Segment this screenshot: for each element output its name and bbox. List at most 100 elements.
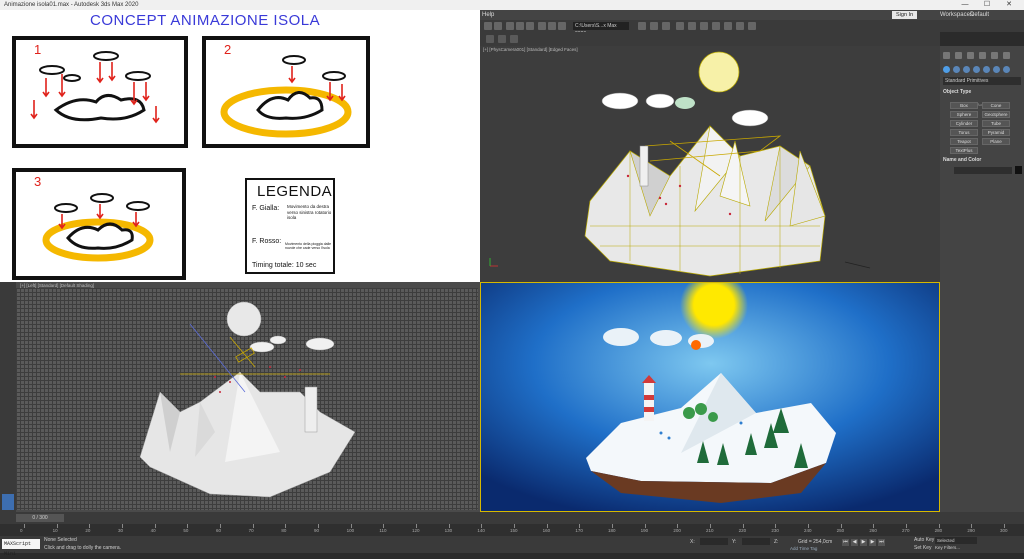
cameras-icon[interactable] [973,66,980,73]
sphere-button[interactable]: Sphere [950,111,978,118]
go-to-end-icon[interactable]: ⏭ [878,539,885,546]
viewport-left[interactable]: [+] [Left] [Standard] [Default Shading] [0,282,480,512]
maxscript-listener[interactable]: MAXScript Mini [2,539,40,557]
y-label: Y: [732,539,737,545]
next-frame-icon[interactable]: ▶ [869,539,876,546]
y-coordinate-field[interactable] [742,538,770,545]
bind-icon[interactable] [526,22,534,30]
helpers-icon[interactable] [983,66,990,73]
render-production-icon[interactable] [736,22,744,30]
sign-in-button[interactable]: Sign In [892,11,918,19]
go-to-start-icon[interactable]: ⏮ [842,539,849,546]
grid-size: Grid = 254,0cm [798,539,833,545]
link-icon[interactable] [506,22,514,30]
object-color-swatch[interactable] [1015,166,1022,174]
track-bar[interactable]: 0 10 20 30 40 50 60 70 80 90 100 110 120 130 140 150 160… [0,524,1024,536]
select-icon[interactable] [538,22,546,30]
viewport-camera[interactable]: [+] [PhysCamera001] [Standard] [Edged Fa… [480,46,940,282]
lights-icon[interactable] [963,66,970,73]
schematic-icon[interactable] [700,22,708,30]
object-name-input[interactable] [954,167,1012,174]
project-folder-dropdown[interactable]: C:\Users\S...x Max 2020 [573,22,629,37]
teapot-button[interactable]: Teapot [950,138,978,145]
plane-button[interactable]: Plane [982,138,1010,145]
viewport-label[interactable]: [+] [PhysCamera001] [Standard] [Edged Fa… [483,47,578,52]
viewport-rendered[interactable] [480,282,940,512]
ruler-tick-label: 30 [118,528,124,533]
utilities-tab-icon[interactable] [1003,52,1010,59]
curve-editor-icon[interactable] [688,22,696,30]
time-slider[interactable]: 0 / 300 [16,514,64,522]
spacewarps-icon[interactable] [993,66,1000,73]
viewcube-icon [2,494,14,510]
pyramid-button[interactable]: Pyramid [982,129,1010,136]
ruler-tick-label: 220 [738,528,747,533]
shapes-icon[interactable] [953,66,960,73]
set-key-button[interactable]: Set Key [914,545,932,551]
time-slider-bar[interactable] [0,512,1024,524]
concept-frame-1: 1 [12,36,188,148]
render-setup-icon[interactable] [638,22,646,30]
ruler-tick-label: 100 [346,528,355,533]
ruler-tick-label: 20 [85,528,91,533]
motion-tab-icon[interactable] [979,52,986,59]
render-icon[interactable] [650,22,658,30]
material-editor-icon[interactable] [676,22,684,30]
toolbar-icon[interactable] [486,35,494,43]
ruler-tick-label: 90 [314,528,320,533]
cone-button[interactable]: Cone [982,102,1010,109]
window-title: Animazione isola01.max - Autodesk 3ds Ma… [4,2,139,8]
ruler-tick-label: 210 [706,528,714,533]
cylinder-button[interactable]: Cylinder [950,120,978,127]
x-coordinate-field[interactable] [700,538,728,545]
geosphere-button[interactable]: GeoSphere [982,111,1010,118]
minimize-button[interactable]: — [954,0,976,10]
ruler-tick-label: 290 [967,528,975,533]
ruler-tick-label: 160 [542,528,551,533]
workspaces-dropdown[interactable]: Default [970,10,989,20]
hierarchy-tab-icon[interactable] [967,52,974,59]
legend-yellow-label: F. Gialla: [252,205,280,212]
add-time-tag[interactable]: Add Time Tag [790,546,817,551]
move-icon[interactable] [548,22,556,30]
torus-button[interactable]: Torus [950,129,978,136]
command-panel-tabs [940,50,1024,60]
close-button[interactable]: ✕ [998,0,1020,10]
systems-icon[interactable] [1003,66,1010,73]
teapot-icon[interactable] [662,22,670,30]
prev-frame-icon[interactable]: ◀ [851,539,858,546]
frame-number: 2 [224,42,232,57]
ruler-tick-label: 10 [52,528,58,533]
key-selection-dropdown[interactable]: Selected [935,537,977,544]
create-tab-icon[interactable] [943,52,950,59]
redo-icon[interactable] [494,22,502,30]
tube-button[interactable]: Tube [982,120,1010,127]
undo-icon[interactable] [484,22,492,30]
modify-tab-icon[interactable] [955,52,962,59]
render-frame-icon[interactable] [712,22,720,30]
active-shade-icon[interactable] [724,22,732,30]
rotate-icon[interactable] [558,22,566,30]
ruler-tick-label: 240 [804,528,812,533]
a360-icon[interactable] [748,22,756,30]
name-color-header[interactable]: Name and Color [943,156,1021,164]
object-type-header[interactable]: Object Type [943,88,1021,96]
geometry-icon[interactable] [943,66,950,73]
island-render [481,283,939,511]
key-filters-button[interactable]: Key Filters... [935,545,960,550]
menu-help[interactable]: Help [482,10,494,20]
play-icon[interactable]: ▶ [860,539,867,546]
island-wireframe [489,51,871,277]
toolbar-icon[interactable] [498,35,506,43]
auto-key-button[interactable]: Auto Key [914,537,934,543]
box-button[interactable]: Box [950,102,978,109]
textplus-button[interactable]: TextPlus [950,147,978,154]
maximize-button[interactable]: ☐ [976,0,998,10]
toolbar-icon[interactable] [510,35,518,43]
concept-title: CONCEPT ANIMAZIONE ISOLA [90,12,321,29]
category-dropdown[interactable]: Standard Primitives [943,77,1021,85]
ruler-tick-label: 260 [869,528,877,533]
ruler-tick-label: 270 [902,528,910,533]
display-tab-icon[interactable] [991,52,998,59]
unlink-icon[interactable] [516,22,524,30]
